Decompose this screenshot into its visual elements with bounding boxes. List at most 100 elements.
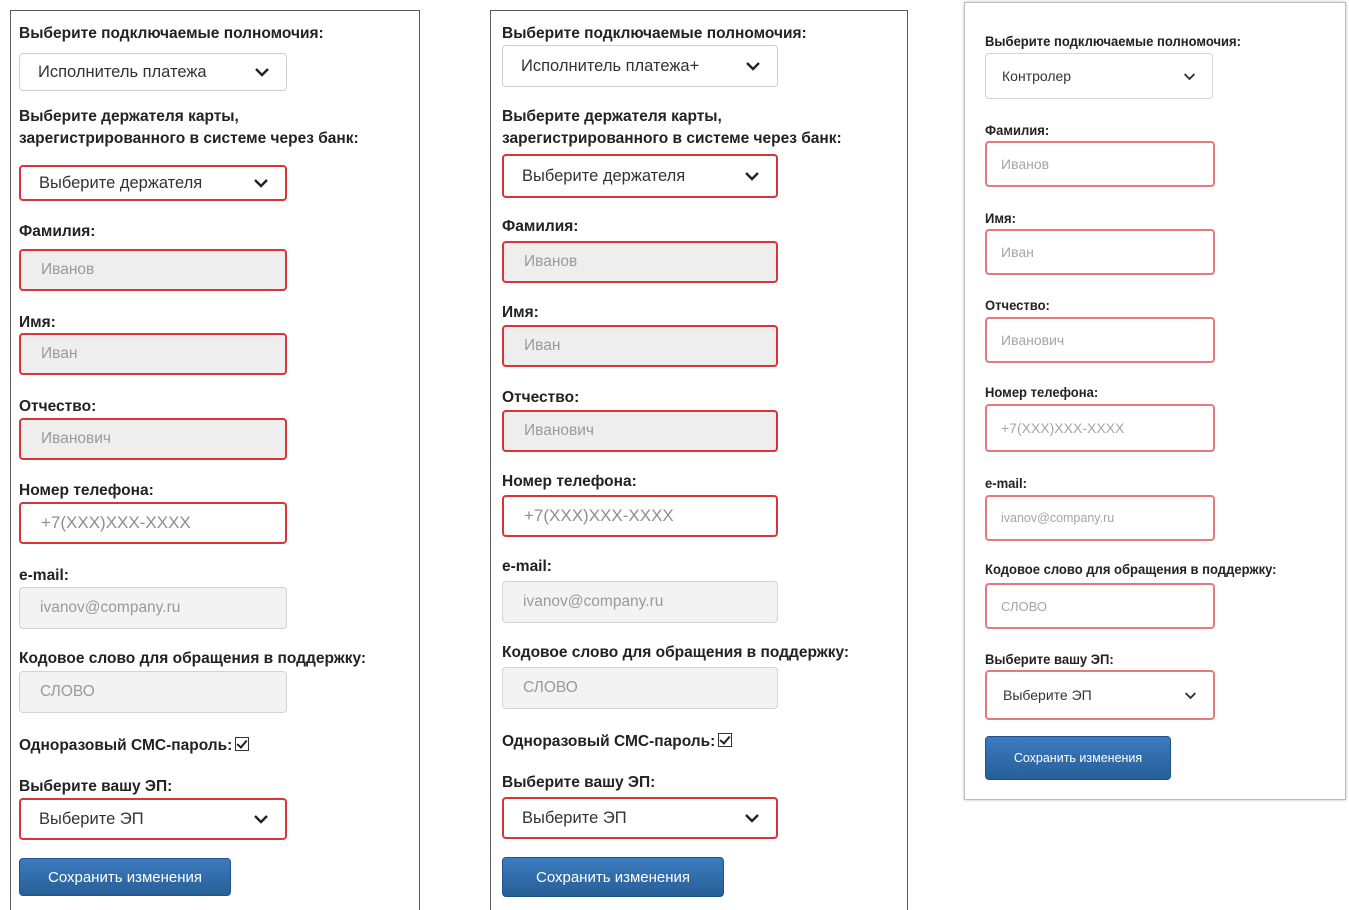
name-field[interactable]: Иван: [985, 229, 1215, 275]
role-select[interactable]: Контролер: [985, 53, 1213, 99]
save-button[interactable]: Сохранить изменения: [502, 857, 724, 897]
codeword-value: СЛОВО: [523, 679, 578, 696]
name-label: Имя:: [502, 304, 539, 321]
name-value: Иван: [41, 345, 78, 362]
role-select-value: Исполнитель платежа: [38, 62, 207, 81]
patronymic-value: Иванович: [41, 430, 111, 447]
chevron-down-icon: [1184, 691, 1197, 699]
patronymic-label: Отчество:: [19, 398, 97, 415]
chevron-down-icon: [1183, 72, 1196, 80]
save-button[interactable]: Сохранить изменения: [19, 858, 231, 896]
surname-value: Иванов: [524, 253, 578, 270]
phone-value: +7(XXX)XXX-XXXX: [524, 506, 674, 525]
sms-label: Одноразовый СМС-пароль:: [19, 737, 233, 754]
surname-field[interactable]: Иванов: [985, 141, 1215, 187]
surname-value: Иванов: [41, 261, 95, 278]
chevron-down-icon: [745, 814, 759, 823]
holder-label-line1: Выберите держателя карты,: [19, 108, 239, 125]
role-select[interactable]: Исполнитель платежа: [19, 53, 287, 91]
patronymic-field[interactable]: Иванович: [19, 418, 287, 460]
role-label: Выберите подключаемые полномочия:: [502, 25, 807, 42]
ep-select-value: Выберите ЭП: [1003, 687, 1092, 703]
email-field[interactable]: ivanov@company.ru: [19, 587, 287, 629]
checkbox-checked-icon[interactable]: [718, 733, 733, 747]
holder-select-value: Выберите держателя: [522, 166, 686, 185]
sms-row: Одноразовый СМС-пароль:: [19, 736, 250, 756]
holder-select[interactable]: Выберите держателя: [502, 154, 778, 198]
holder-select-value: Выберите держателя: [39, 173, 203, 192]
ep-select[interactable]: Выберите ЭП: [502, 797, 778, 839]
patronymic-field[interactable]: Иванович: [502, 410, 778, 452]
surname-label: Фамилия:: [985, 122, 1050, 138]
phone-value: +7(XXX)XXX-XXXX: [1001, 420, 1125, 436]
name-field[interactable]: Иван: [19, 333, 287, 375]
codeword-field[interactable]: СЛОВО: [19, 671, 287, 713]
email-value: ivanov@company.ru: [40, 599, 181, 616]
surname-label: Фамилия:: [19, 223, 96, 240]
sms-label: Одноразовый СМС-пароль:: [502, 733, 716, 750]
checkbox-checked-icon[interactable]: [235, 737, 250, 751]
codeword-field[interactable]: СЛОВО: [502, 667, 778, 709]
patronymic-value: Иванович: [524, 422, 594, 439]
phone-field[interactable]: +7(XXX)XXX-XXXX: [502, 495, 778, 537]
surname-field[interactable]: Иванов: [19, 249, 287, 291]
phone-field[interactable]: +7(XXX)XXX-XXXX: [985, 404, 1215, 452]
ep-label: Выберите вашу ЭП:: [502, 774, 656, 791]
chevron-down-icon: [255, 68, 269, 77]
name-value: Иван: [1001, 244, 1034, 260]
ep-label: Выберите вашу ЭП:: [985, 651, 1114, 667]
email-field[interactable]: ivanov@company.ru: [985, 495, 1215, 541]
phone-field[interactable]: +7(XXX)XXX-XXXX: [19, 502, 287, 544]
surname-value: Иванов: [1001, 156, 1050, 172]
name-label: Имя:: [985, 210, 1016, 226]
patronymic-label: Отчество:: [985, 297, 1050, 313]
form-panel-2: Выберите подключаемые полномочия: Исполн…: [490, 10, 908, 910]
ep-select-value: Выберите ЭП: [522, 808, 627, 827]
chevron-down-icon: [254, 179, 268, 188]
codeword-value: СЛОВО: [1001, 598, 1047, 614]
ep-select[interactable]: Выберите ЭП: [19, 798, 287, 840]
holder-label-line1: Выберите держателя карты,: [502, 108, 722, 125]
holder-label-line2: зарегистрированного в системе через банк…: [502, 130, 842, 147]
ep-select[interactable]: Выберите ЭП: [985, 670, 1215, 720]
role-label: Выберите подключаемые полномочия:: [19, 25, 324, 42]
phone-label: Номер телефона:: [502, 473, 637, 490]
patronymic-label: Отчество:: [502, 389, 580, 406]
email-label: e-mail:: [502, 558, 552, 575]
chevron-down-icon: [745, 172, 759, 181]
email-value: ivanov@company.ru: [523, 593, 664, 610]
surname-field[interactable]: Иванов: [502, 241, 778, 283]
email-value: ivanov@company.ru: [1001, 511, 1115, 525]
codeword-label: Кодовое слово для обращения в поддержку:: [502, 644, 850, 661]
codeword-value: СЛОВО: [40, 683, 95, 700]
phone-label: Номер телефона:: [985, 384, 1099, 400]
codeword-label: Кодовое слово для обращения в поддержку:: [19, 650, 367, 667]
codeword-field[interactable]: СЛОВО: [985, 583, 1215, 629]
codeword-label: Кодовое слово для обращения в поддержку:: [985, 561, 1277, 577]
email-label: e-mail:: [985, 475, 1027, 491]
holder-label-line2: зарегистрированного в системе через банк…: [19, 130, 359, 147]
save-button[interactable]: Сохранить изменения: [985, 736, 1171, 780]
name-value: Иван: [524, 337, 561, 354]
role-select-value: Контролер: [1002, 68, 1072, 84]
phone-value: +7(XXX)XXX-XXXX: [41, 513, 191, 532]
email-label: e-mail:: [19, 567, 69, 584]
phone-label: Номер телефона:: [19, 482, 154, 499]
chevron-down-icon: [746, 62, 760, 71]
role-select[interactable]: Исполнитель платежа+: [502, 45, 778, 87]
sms-row: Одноразовый СМС-пароль:: [502, 732, 733, 752]
name-label: Имя:: [19, 314, 56, 331]
ep-label: Выберите вашу ЭП:: [19, 778, 173, 795]
role-select-value: Исполнитель платежа+: [521, 56, 700, 75]
role-label: Выберите подключаемые полномочия:: [985, 33, 1241, 49]
form-panel-1: Выберите подключаемые полномочия: Исполн…: [10, 10, 420, 910]
chevron-down-icon: [254, 815, 268, 824]
surname-label: Фамилия:: [502, 218, 579, 235]
ep-select-value: Выберите ЭП: [39, 809, 144, 828]
patronymic-field[interactable]: Иванович: [985, 317, 1215, 363]
holder-select[interactable]: Выберите держателя: [19, 165, 287, 201]
name-field[interactable]: Иван: [502, 325, 778, 367]
form-panel-3: Выберите подключаемые полномочия: Контро…: [964, 2, 1346, 800]
email-field[interactable]: ivanov@company.ru: [502, 581, 778, 623]
patronymic-value: Иванович: [1001, 332, 1065, 348]
